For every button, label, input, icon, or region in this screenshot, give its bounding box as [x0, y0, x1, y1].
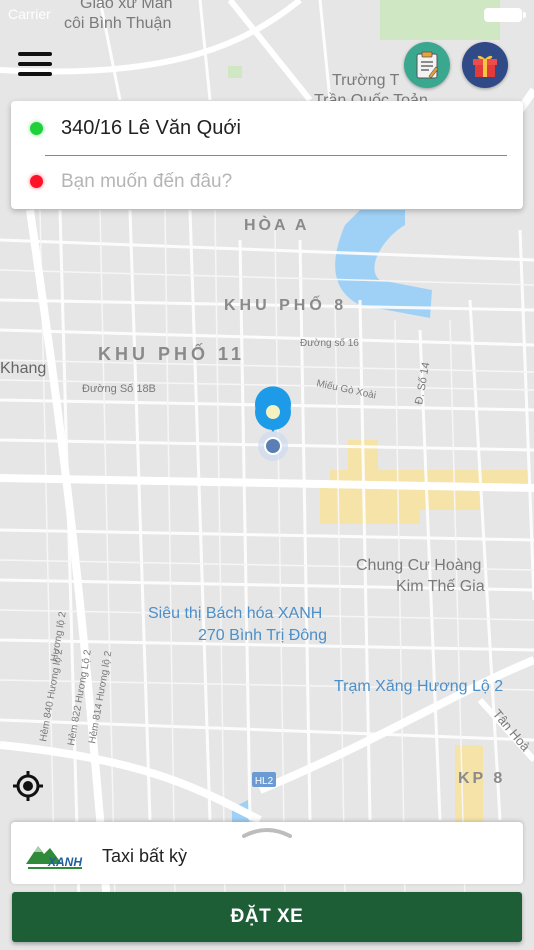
- clipboard-icon: [416, 51, 439, 79]
- map-label: KHU PHỐ 11: [98, 343, 245, 364]
- current-location-marker[interactable]: [255, 386, 291, 461]
- map-label: Đường Số 18B: [82, 383, 156, 395]
- status-bar: Carrier: [0, 0, 534, 28]
- carrier-label: Carrier: [8, 6, 51, 22]
- park-area: [228, 66, 242, 78]
- map-label: KHU PHỐ 8: [224, 294, 347, 314]
- hamburger-menu-icon[interactable]: [14, 50, 56, 82]
- taxi-xanh-logo: XANH: [24, 838, 86, 870]
- map-label: Khang: [0, 360, 46, 377]
- address-divider: [45, 155, 507, 156]
- address-card: 340/16 Lê Văn Quới: [11, 101, 523, 209]
- book-ride-button[interactable]: ĐẶT XE: [12, 892, 522, 942]
- map-label: HÒA A: [244, 215, 309, 234]
- destination-input[interactable]: [61, 167, 501, 197]
- map-label: KP 8: [458, 770, 505, 787]
- map-label: Trường T: [332, 72, 400, 89]
- svg-text:XANH: XANH: [47, 855, 82, 869]
- map-label: 270 Bình Trị Đông: [198, 627, 327, 644]
- gift-icon: [473, 55, 497, 77]
- taxi-type-label: Taxi bất kỳ: [102, 846, 188, 866]
- road-shield-hl2: HL2: [252, 772, 276, 787]
- pickup-address[interactable]: 340/16 Lê Văn Quới: [61, 117, 241, 140]
- crosshair-icon: [13, 771, 43, 801]
- map-label: Kim Thế Gia: [396, 578, 485, 595]
- map-label: Chung Cư Hoàng: [356, 557, 481, 574]
- chevron-up-icon[interactable]: [242, 824, 292, 838]
- promotion-button[interactable]: [462, 42, 508, 88]
- trip-history-button[interactable]: [404, 42, 450, 88]
- my-location-button[interactable]: [12, 770, 44, 802]
- map-label: Siêu thị Bách hóa XANH: [148, 605, 322, 622]
- service-selector[interactable]: XANH Taxi bất kỳ: [11, 822, 523, 884]
- pickup-dot-icon: [30, 122, 43, 135]
- destination-dot-icon: [30, 175, 43, 188]
- map-label: Trạm Xăng Hương Lộ 2: [334, 678, 503, 695]
- svg-text:HL2: HL2: [255, 776, 274, 787]
- map-label: Đường số 16: [300, 337, 359, 349]
- battery-icon: [484, 8, 526, 22]
